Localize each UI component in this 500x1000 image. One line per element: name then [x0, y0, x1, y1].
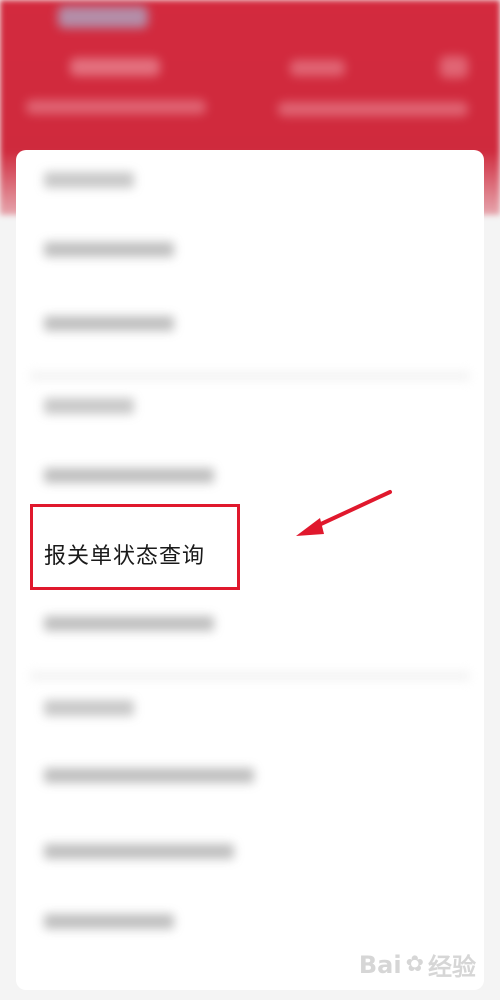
customs-declaration-status-query-item[interactable]: 报关单状态查询 [44, 538, 205, 570]
list-item[interactable] [44, 316, 174, 331]
header-title-blur [70, 58, 160, 76]
list-item[interactable] [44, 768, 254, 783]
status-pill-blur [58, 6, 148, 28]
list-item[interactable] [44, 616, 214, 631]
paw-icon: ✿ [405, 952, 424, 977]
pointer-arrow-icon [296, 490, 392, 536]
header-action-blur[interactable] [290, 60, 345, 76]
section-title-2 [44, 398, 134, 414]
section-divider [30, 372, 470, 380]
baidu-watermark: Bai ✿ 经验 [358, 950, 476, 982]
section-title-1 [44, 172, 134, 188]
section-title-3 [44, 700, 134, 716]
list-item[interactable] [44, 914, 174, 929]
list-item[interactable] [44, 844, 234, 859]
header-subtitle-blur [26, 100, 206, 114]
header-right-blur [278, 102, 468, 116]
header-menu-blur[interactable] [440, 56, 468, 78]
section-divider [30, 672, 470, 680]
list-item[interactable] [44, 242, 174, 257]
list-item[interactable] [44, 468, 214, 483]
